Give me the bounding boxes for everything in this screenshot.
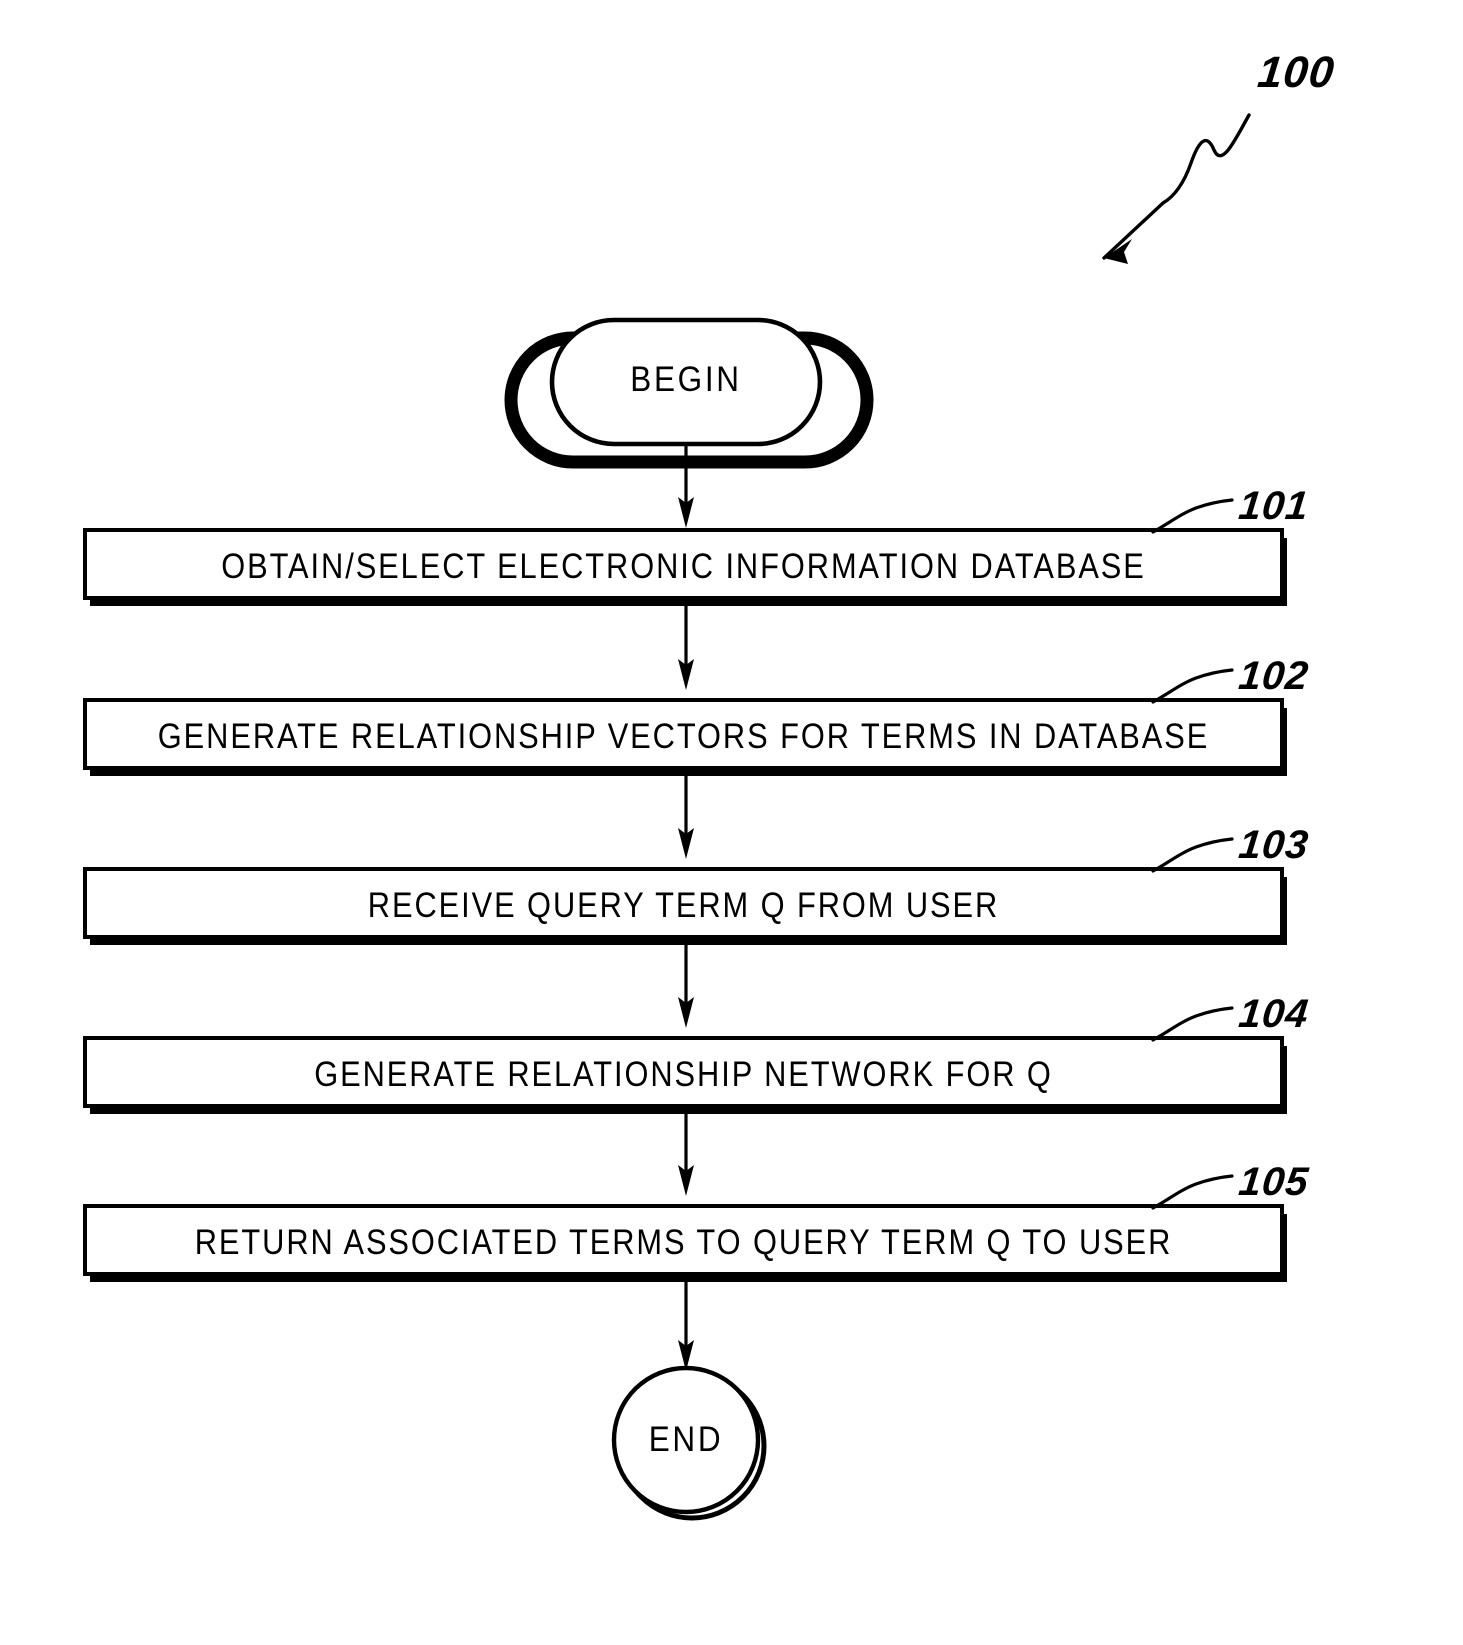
step-ref-105: 105 xyxy=(1236,1160,1312,1204)
step-box-102-label: GENERATE RELATIONSHIP VECTORS FOR TERMS … xyxy=(157,717,1210,756)
step-box-104-label: GENERATE RELATIONSHIP NETWORK FOR Q xyxy=(314,1055,1053,1094)
step-box-103-label: RECEIVE QUERY TERM Q FROM USER xyxy=(367,886,1000,925)
step-ref-104: 104 xyxy=(1236,992,1312,1036)
step-ref-101: 101 xyxy=(1236,484,1312,528)
step-ref-103: 103 xyxy=(1236,823,1312,867)
main-reference-number: 100 xyxy=(1255,48,1338,97)
step-ref-102: 102 xyxy=(1236,654,1312,698)
leader-103 xyxy=(1151,837,1234,873)
leader-104 xyxy=(1151,1006,1234,1042)
connector-104-to-105 xyxy=(678,1114,694,1196)
step-box-105-label: RETURN ASSOCIATED TERMS TO QUERY TERM Q … xyxy=(194,1223,1173,1262)
connector-105-to-end xyxy=(678,1282,694,1371)
leader-105 xyxy=(1151,1174,1234,1210)
step-box-101-label: OBTAIN/SELECT ELECTRONIC INFORMATION DAT… xyxy=(221,547,1146,586)
connector-102-to-103 xyxy=(678,776,694,859)
end-terminator-label: END xyxy=(648,1420,724,1459)
leader-101 xyxy=(1151,498,1234,534)
main-reference-leader xyxy=(1102,113,1251,264)
begin-terminator-label: BEGIN xyxy=(630,360,742,399)
leader-102 xyxy=(1151,668,1234,704)
connector-101-to-102 xyxy=(678,606,694,690)
connector-103-to-104 xyxy=(678,945,694,1028)
figure-sheet: 100 BEGIN OBTAIN/SELECT ELECTRONIC INFOR… xyxy=(0,0,1463,1645)
